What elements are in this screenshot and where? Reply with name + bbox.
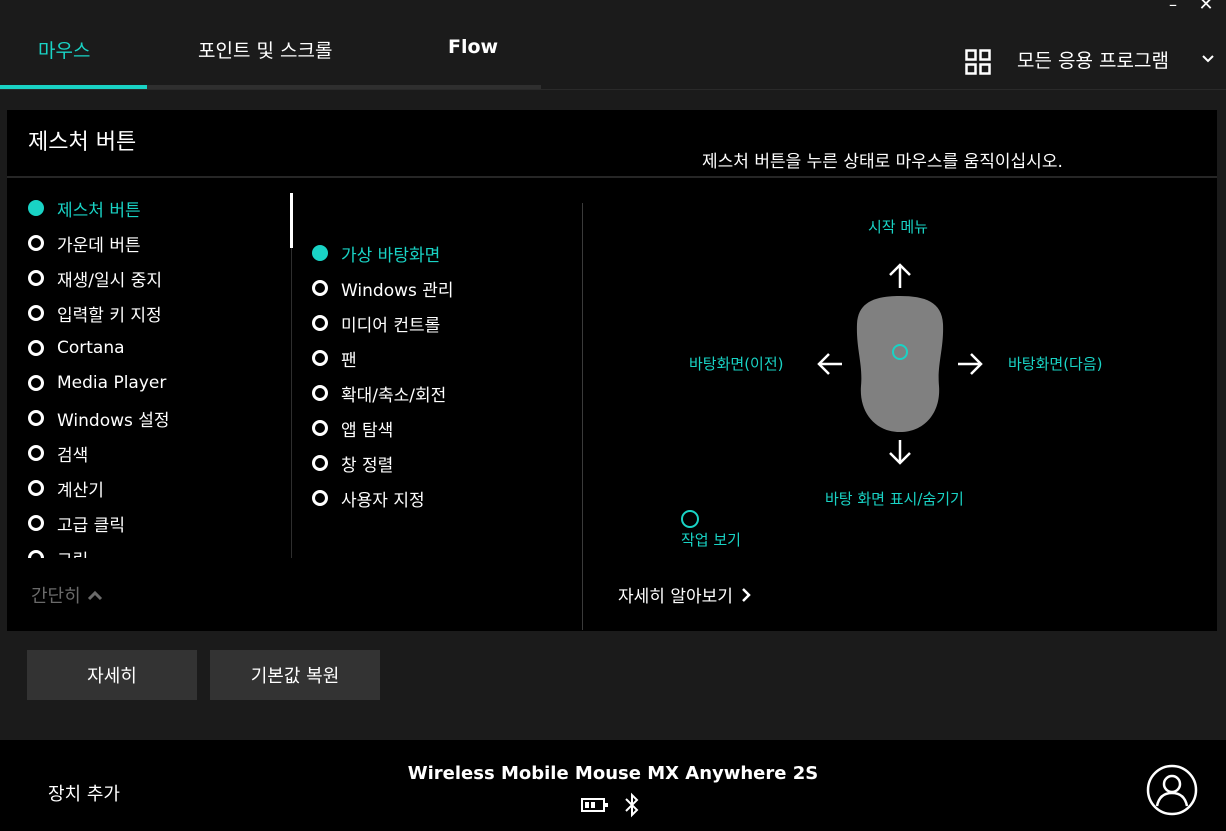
user-account-icon[interactable] [1146,764,1198,816]
list-item[interactable]: 가운데 버튼 [28,228,141,258]
radio[interactable] [28,480,44,496]
radio[interactable] [28,340,44,356]
radio-selected[interactable] [28,200,44,216]
radio[interactable] [28,235,44,251]
list-item[interactable]: 미디어 컨트롤 [312,308,440,338]
radio[interactable] [28,270,44,286]
chevron-up-icon [87,590,102,601]
device-name: Wireless Mobile Mouse MX Anywhere 2S [407,763,819,784]
list-item-label: 가상 바탕화면 [341,245,441,266]
list-item[interactable]: 검색 [28,438,88,468]
header-divider [0,89,1226,90]
chevron-right-icon [742,587,751,602]
list-item[interactable]: Windows 관리 [312,273,454,303]
arrow-right-icon [958,353,983,375]
arrow-down-icon [889,440,911,465]
list-item[interactable]: 입력할 키 지정 [28,298,162,328]
list-item-label: 재생/일시 중지 [57,270,162,291]
radio[interactable] [312,490,328,506]
list-item-label: 제스처 버튼 [57,200,141,221]
chevron-down-icon[interactable] [1200,51,1216,67]
radio-selected[interactable] [312,245,328,261]
mouse-illustration-icon [856,296,944,432]
radio[interactable] [312,315,328,331]
learn-more-link[interactable]: 자세히 알아보기 [618,582,751,607]
list-item[interactable]: Windows 설정 [28,403,170,433]
minimize-button[interactable]: – [1166,0,1180,14]
learn-more-label: 자세히 알아보기 [618,587,733,607]
list-item[interactable]: 앱 탐색 [312,413,393,443]
radio[interactable] [28,550,44,558]
list-item[interactable]: 가상 바탕화면 [312,238,440,268]
close-button[interactable]: ✕ [1197,0,1215,14]
radio[interactable] [312,350,328,366]
radio[interactable] [28,410,44,426]
list-item-label: 확대/축소/회전 [341,385,447,406]
list-item-label: 고급 클릭 [57,515,125,536]
gesture-left-label: 바탕화면(이전) [689,355,784,373]
column-divider [582,203,583,630]
device-footer [0,740,1226,831]
radio[interactable] [28,375,44,391]
arrow-left-icon [817,353,842,375]
apps-selector-label[interactable]: 모든 응용 프로그램 [1017,46,1169,73]
list-item[interactable]: 제스처 버튼 [28,193,141,223]
tab-point-and-scroll[interactable]: 포인트 및 스크롤 [198,36,332,63]
collapse-label: 간단히 [31,586,81,607]
radio[interactable] [312,420,328,436]
list-item-label: 미디어 컨트롤 [341,315,441,336]
list-item-label: 창 정렬 [341,455,394,476]
list-item[interactable]: Media Player [28,368,166,398]
collapse-toggle[interactable]: 간단히 [31,582,103,608]
gesture-instruction: 제스처 버튼을 누른 상태로 마우스를 움직이십시오. [702,152,1063,172]
list-item[interactable]: 창 정렬 [312,448,393,478]
list-item-label: 앱 탐색 [341,420,394,441]
bluetooth-icon [625,792,639,818]
arrow-up-icon [889,263,911,288]
radio[interactable] [312,280,328,296]
list-item-label: 계산기 [57,480,104,501]
scroll-indicator[interactable] [290,193,293,248]
details-button[interactable]: 자세히 [27,650,197,700]
list-item-label: 검색 [57,445,89,466]
task-view-indicator [681,510,699,528]
list-item-label: 그림 [57,546,88,559]
restore-defaults-button[interactable]: 기본값 복원 [210,650,380,700]
gesture-down-label: 바탕 화면 표시/숨기기 [825,490,964,508]
radio[interactable] [28,515,44,531]
list-item-label: Windows 관리 [341,280,454,301]
list-item[interactable]: 고급 클릭 [28,508,125,538]
list-item-label: 사용자 지정 [341,490,425,511]
gesture-type-list[interactable]: 가상 바탕화면 Windows 관리 미디어 컨트롤 팬 확대/축소/회전 앱 … [312,238,572,538]
list-item-label: Cortana [57,338,125,358]
panel-title: 제스처 버튼 [28,130,137,155]
list-item[interactable]: 확대/축소/회전 [312,378,446,408]
list-item[interactable]: 그림 [28,543,88,558]
radio[interactable] [312,385,328,401]
radio[interactable] [28,445,44,461]
list-item[interactable]: 재생/일시 중지 [28,263,162,293]
list-item-label: 팬 [341,350,357,371]
gesture-click-label: 작업 보기 [681,531,741,549]
gesture-up-label: 시작 메뉴 [868,218,928,236]
radio[interactable] [312,455,328,471]
list-item-label: 가운데 버튼 [57,235,141,256]
list-item-label: Media Player [57,373,167,393]
battery-icon [581,798,608,812]
button-assignment-list[interactable]: 제스처 버튼 가운데 버튼 재생/일시 중지 입력할 키 지정 Cortana … [28,193,290,558]
tab-flow[interactable]: Flow [448,36,498,58]
list-item[interactable]: 팬 [312,343,357,373]
gesture-right-label: 바탕화면(다음) [1008,355,1103,373]
tab-mouse[interactable]: 마우스 [38,36,90,63]
radio[interactable] [28,305,44,321]
list-item-label: 입력할 키 지정 [57,305,162,326]
list-item[interactable]: Cortana [28,333,125,363]
list-item[interactable]: 계산기 [28,473,104,503]
list-item[interactable]: 사용자 지정 [312,483,425,513]
apps-grid-icon[interactable] [965,49,991,75]
panel-divider [7,176,1217,178]
list-item-label: Windows 설정 [57,410,170,431]
